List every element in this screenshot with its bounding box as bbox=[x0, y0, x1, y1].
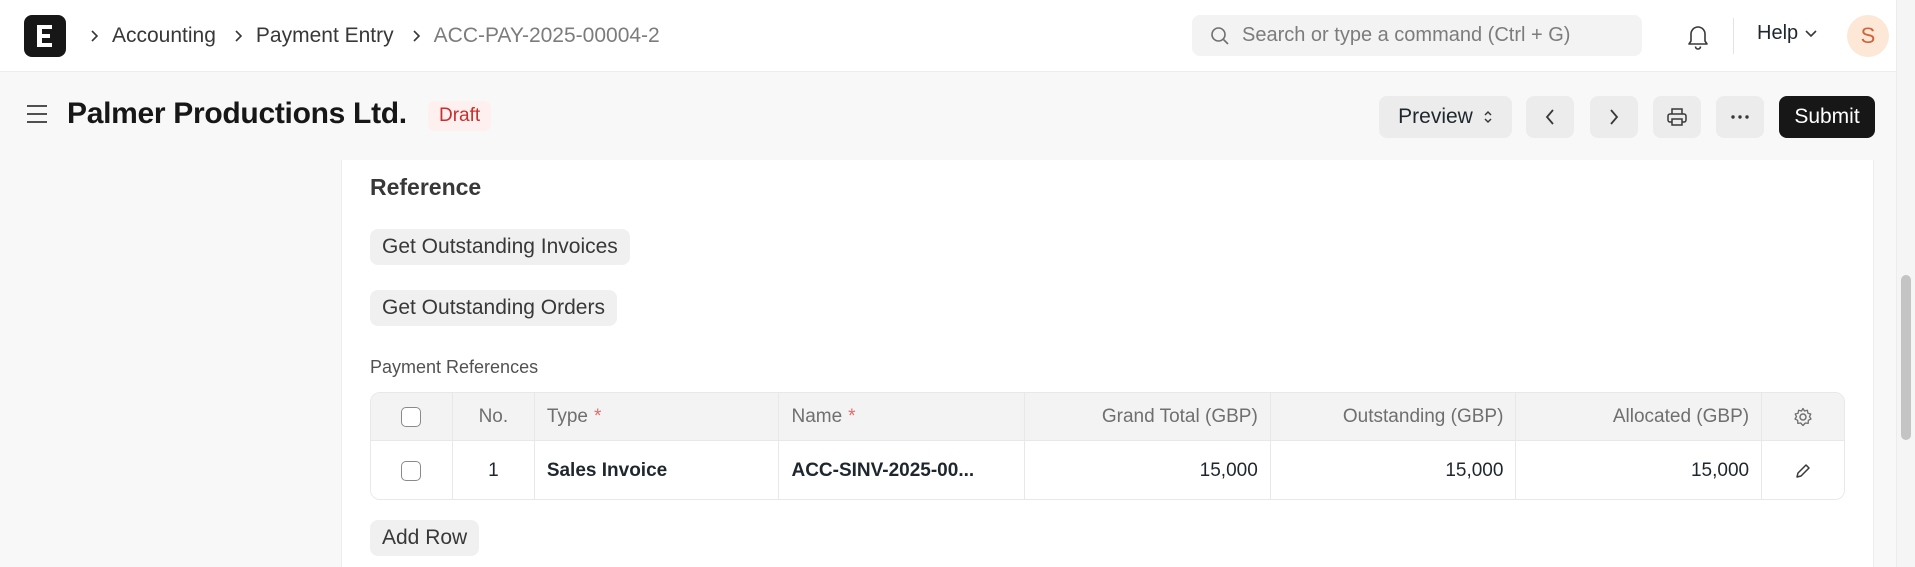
column-header-type-label: Type bbox=[546, 405, 589, 427]
column-header-outstanding: Outstanding (GBP) bbox=[1271, 393, 1517, 440]
row-checkbox[interactable] bbox=[401, 460, 422, 481]
row-edit-button[interactable] bbox=[1762, 441, 1844, 499]
hamburger-icon bbox=[27, 105, 47, 123]
chevron-down-icon bbox=[1805, 29, 1817, 37]
updown-icon bbox=[1484, 110, 1492, 124]
get-outstanding-orders-button[interactable]: Get Outstanding Orders bbox=[370, 290, 617, 326]
user-avatar[interactable]: S bbox=[1847, 15, 1889, 57]
row-no: 1 bbox=[453, 441, 535, 499]
scrollbar-thumb[interactable] bbox=[1901, 275, 1911, 440]
column-header-name: Name * bbox=[779, 393, 1026, 440]
chevron-right-icon bbox=[234, 29, 244, 43]
required-marker: * bbox=[594, 405, 602, 427]
gear-icon bbox=[1794, 407, 1812, 426]
search-input[interactable] bbox=[1242, 24, 1622, 47]
app-logo-icon bbox=[37, 25, 52, 47]
help-dropdown[interactable]: Help bbox=[1757, 22, 1818, 45]
form-card bbox=[341, 160, 1874, 567]
get-outstanding-invoices-button[interactable]: Get Outstanding Invoices bbox=[370, 229, 630, 265]
pencil-icon bbox=[1796, 463, 1810, 478]
notifications-bell[interactable] bbox=[1685, 22, 1711, 55]
grid-settings-button[interactable] bbox=[1762, 393, 1844, 440]
column-header-no: No. bbox=[453, 393, 535, 440]
select-all-checkbox[interactable] bbox=[401, 406, 422, 427]
row-name[interactable]: ACC-SINV-2025-00... bbox=[779, 441, 1026, 499]
awesomebar-search[interactable] bbox=[1192, 15, 1642, 56]
printer-icon bbox=[1667, 108, 1687, 126]
navbar-divider bbox=[1733, 18, 1734, 54]
column-header-name-label: Name bbox=[791, 405, 843, 427]
top-navbar: Accounting Payment Entry ACC-PAY-2025-00… bbox=[0, 0, 1896, 72]
column-header-allocated: Allocated (GBP) bbox=[1516, 393, 1763, 440]
preview-label: Preview bbox=[1398, 105, 1473, 128]
chevron-right-icon bbox=[90, 29, 100, 43]
help-label: Help bbox=[1757, 22, 1799, 44]
column-header-grand-total: Grand Total (GBP) bbox=[1025, 393, 1271, 440]
print-button[interactable] bbox=[1653, 96, 1701, 138]
row-type[interactable]: Sales Invoice bbox=[535, 441, 780, 499]
breadcrumb-current-doc[interactable]: ACC-PAY-2025-00004-2 bbox=[434, 24, 660, 48]
previous-doc-button[interactable] bbox=[1526, 96, 1574, 138]
chevron-right-icon bbox=[1610, 109, 1619, 125]
row-select-cell bbox=[371, 441, 453, 499]
row-outstanding[interactable]: 15,000 bbox=[1271, 441, 1517, 499]
more-actions-button[interactable] bbox=[1716, 96, 1764, 138]
row-allocated[interactable]: 15,000 bbox=[1516, 441, 1763, 499]
payment-references-table: No. Type * Name * Grand Total (GBP) Outsta… bbox=[370, 392, 1845, 500]
table-header-row: No. Type * Name * Grand Total (GBP) Outsta… bbox=[371, 393, 1844, 441]
column-header-type: Type * bbox=[535, 393, 780, 440]
preview-button[interactable]: Preview bbox=[1379, 96, 1512, 138]
page-title: Palmer Productions Ltd. bbox=[67, 97, 407, 130]
section-title-reference: Reference bbox=[370, 174, 482, 200]
row-grand-total[interactable]: 15,000 bbox=[1025, 441, 1271, 499]
chevron-right-icon bbox=[412, 29, 422, 43]
table-row[interactable]: 1 Sales Invoice ACC-SINV-2025-00... 15,0… bbox=[371, 441, 1844, 499]
header-select-cell bbox=[371, 393, 453, 440]
bell-icon bbox=[1688, 26, 1708, 50]
required-marker: * bbox=[848, 405, 856, 427]
submit-button[interactable]: Submit bbox=[1779, 96, 1875, 138]
breadcrumb: Accounting Payment Entry ACC-PAY-2025-00… bbox=[84, 0, 660, 72]
sidebar-toggle[interactable] bbox=[26, 104, 48, 129]
chevron-left-icon bbox=[1545, 109, 1554, 125]
status-badge: Draft bbox=[428, 101, 492, 131]
app-logo[interactable] bbox=[24, 15, 66, 57]
payment-references-label: Payment References bbox=[370, 357, 539, 377]
next-doc-button[interactable] bbox=[1590, 96, 1638, 138]
breadcrumb-payment-entry[interactable]: Payment Entry bbox=[256, 24, 394, 48]
ellipsis-icon bbox=[1731, 115, 1749, 119]
search-icon bbox=[1211, 26, 1229, 45]
add-row-button[interactable]: Add Row bbox=[370, 520, 480, 556]
breadcrumb-accounting[interactable]: Accounting bbox=[112, 24, 216, 48]
